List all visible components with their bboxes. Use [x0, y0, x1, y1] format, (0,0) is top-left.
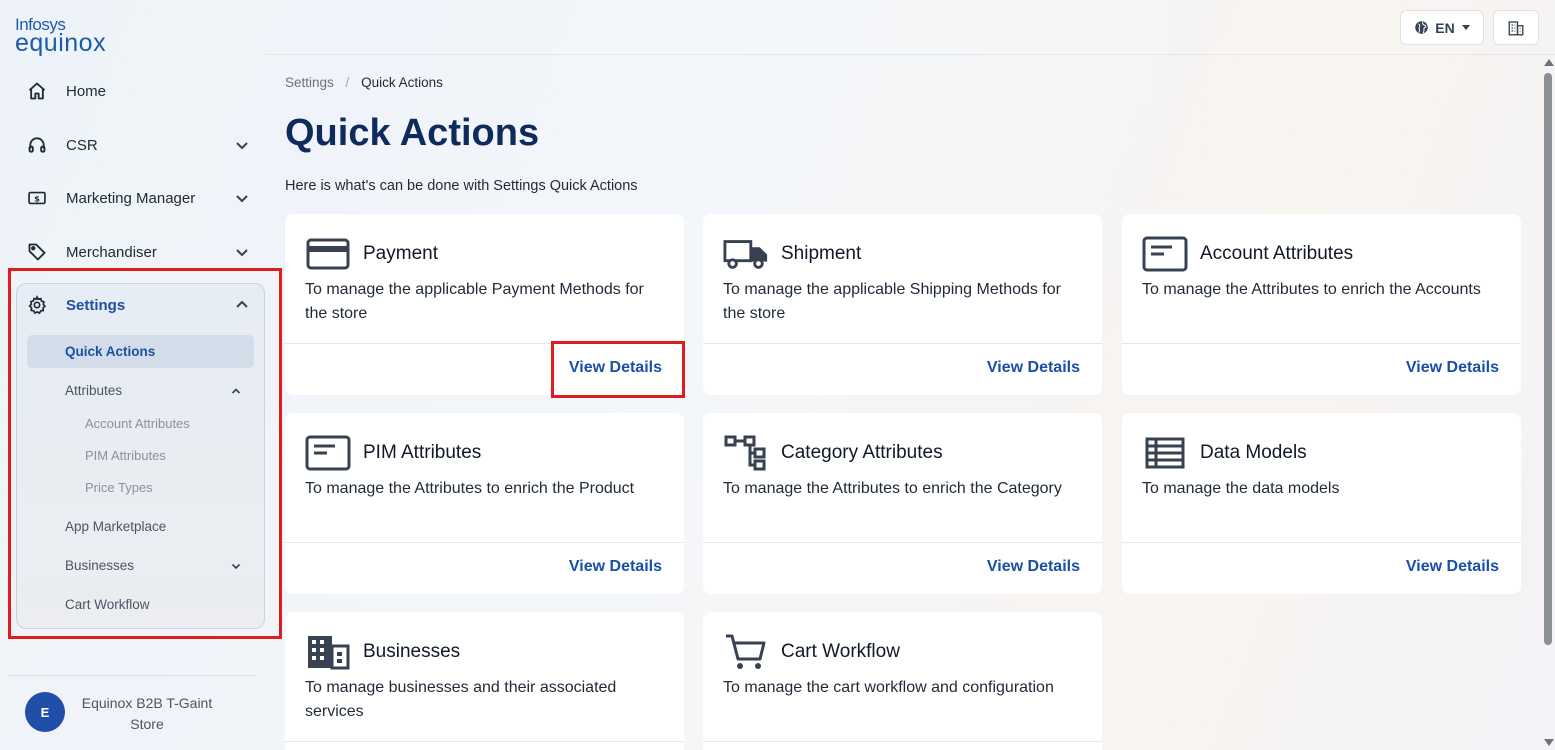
card-pim-attributes: PIM Attributes To manage the Attributes … — [285, 413, 684, 594]
sidebar-divider — [8, 675, 256, 676]
chevron-down-icon[interactable] — [234, 244, 250, 260]
logo-line-2: equinox — [15, 29, 107, 57]
credit-card-icon — [305, 236, 351, 272]
sidebar-item-merchandiser[interactable]: Merchandiser — [26, 237, 252, 267]
headset-icon — [26, 134, 48, 156]
sidebar-item-marketing-manager[interactable]: $ Marketing Manager — [26, 183, 252, 213]
svg-text:$: $ — [34, 193, 40, 203]
breadcrumb-settings-link[interactable]: Settings — [285, 75, 334, 90]
chevron-down-icon[interactable] — [234, 190, 250, 206]
language-selector[interactable]: EN — [1400, 10, 1484, 45]
card-cart-workflow: Cart Workflow To manage the cart workflo… — [703, 612, 1102, 750]
card-title: Payment — [363, 243, 438, 264]
card-description: To manage the Attributes to enrich the A… — [1142, 281, 1481, 298]
truck-icon — [723, 236, 769, 272]
scroll-thumb[interactable] — [1544, 73, 1552, 645]
card-category-attributes: Category Attributes To manage the Attrib… — [703, 413, 1102, 594]
building-icon — [1508, 20, 1524, 35]
store-avatar[interactable]: E — [25, 692, 65, 732]
sidebar-item-label: Merchandiser — [66, 243, 157, 261]
store-switcher-button[interactable] — [1493, 10, 1539, 45]
card-businesses: Businesses To manage businesses and thei… — [285, 612, 684, 750]
card-data-models: Data Models To manage the data models Vi… — [1122, 413, 1521, 594]
sidebar-item-label: Marketing Manager — [66, 189, 196, 207]
store-name[interactable]: Equinox B2B T-Gaint Store — [72, 693, 222, 735]
page-scrollbar[interactable] — [1541, 55, 1555, 750]
card-description: To manage the cart workflow and configur… — [723, 679, 1054, 696]
card-title: Account Attributes — [1200, 243, 1354, 264]
page-title: Quick Actions — [285, 112, 540, 154]
card-text-icon — [1142, 236, 1188, 272]
card-title: Cart Workflow — [781, 641, 900, 662]
card-description: To manage the Attributes to enrich the P… — [305, 480, 635, 497]
page-description: Here is what's can be done with Settings… — [285, 178, 638, 194]
card-description: To manage the data models — [1142, 480, 1340, 497]
home-icon — [26, 80, 48, 102]
caret-down-icon — [1461, 25, 1470, 30]
infosys-equinox-logo[interactable]: Infosys equinox — [15, 16, 106, 56]
view-details-link[interactable]: View Details — [1406, 359, 1499, 377]
sidebar-item-label: Home — [66, 82, 107, 100]
scroll-up-arrow-icon[interactable] — [1544, 59, 1554, 66]
card-description: To manage the Attributes to enrich the C… — [723, 480, 1062, 497]
card-divider — [703, 542, 1102, 543]
sidebar-item-home[interactable]: Home — [26, 76, 252, 106]
card-description: To manage the applicable Payment Methods… — [305, 281, 644, 322]
view-details-link[interactable]: View Details — [987, 359, 1080, 377]
scroll-down-arrow-icon[interactable] — [1544, 739, 1554, 746]
globe-icon — [1415, 21, 1429, 34]
dollar-bill-icon: $ — [26, 187, 48, 209]
card-shipment: Shipment To manage the applicable Shippi… — [703, 214, 1102, 395]
card-divider — [1122, 542, 1521, 543]
card-title: Shipment — [781, 243, 862, 264]
language-label: EN — [1435, 19, 1455, 36]
sidebar: Infosys equinox Home CSR $ Marketing Man… — [0, 0, 282, 750]
breadcrumb-separator: / — [345, 75, 350, 90]
card-title: Category Attributes — [781, 442, 943, 463]
hierarchy-icon — [723, 435, 769, 471]
sidebar-item-csr[interactable]: CSR — [26, 130, 252, 160]
card-divider — [285, 741, 684, 742]
card-description: To manage businesses and their associate… — [305, 679, 617, 720]
view-details-link[interactable]: View Details — [1406, 558, 1499, 576]
breadcrumb-current: Quick Actions — [361, 75, 443, 90]
cart-icon — [723, 634, 769, 670]
building-icon — [305, 634, 351, 670]
view-details-highlight-box — [551, 341, 685, 398]
card-title: PIM Attributes — [363, 442, 482, 463]
card-text-icon — [305, 435, 351, 471]
card-divider — [703, 343, 1102, 344]
settings-highlight-box — [8, 268, 282, 639]
view-details-link[interactable]: View Details — [569, 558, 662, 576]
view-details-link[interactable]: View Details — [987, 558, 1080, 576]
card-description: To manage the applicable Shipping Method… — [723, 281, 1061, 322]
card-divider — [703, 741, 1102, 742]
chevron-down-icon[interactable] — [234, 137, 250, 153]
tag-icon — [26, 241, 48, 263]
breadcrumb: Settings / Quick Actions — [285, 75, 443, 90]
card-divider — [1122, 343, 1521, 344]
card-account-attributes: Account Attributes To manage the Attribu… — [1122, 214, 1521, 395]
card-title: Data Models — [1200, 442, 1307, 463]
card-divider — [285, 542, 684, 543]
card-title: Businesses — [363, 641, 461, 662]
topbar-divider — [265, 54, 1555, 55]
list-table-icon — [1142, 435, 1188, 471]
sidebar-item-label: CSR — [66, 136, 98, 154]
